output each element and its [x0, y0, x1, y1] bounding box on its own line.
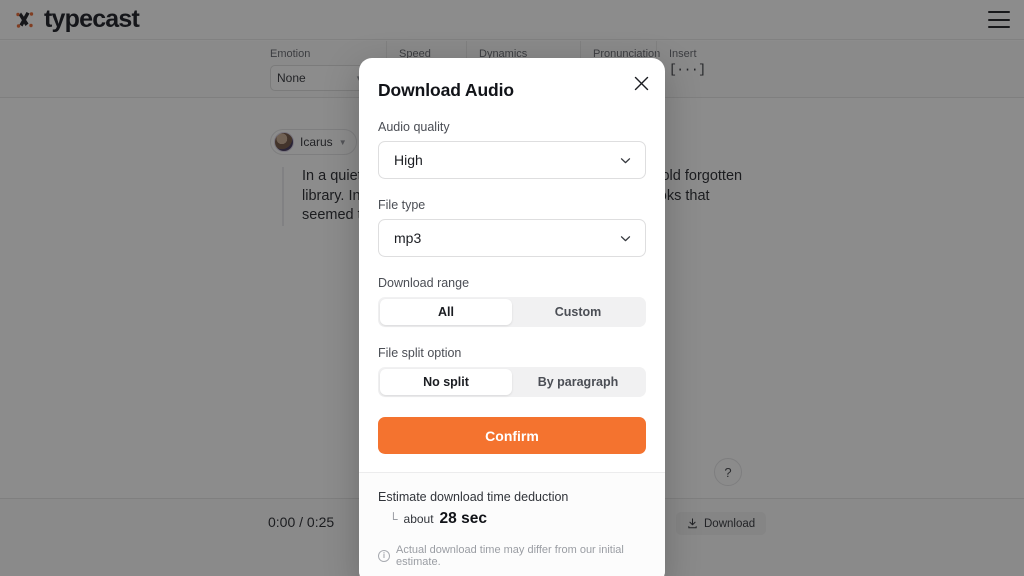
tree-corner-icon: └	[389, 512, 398, 526]
audio-quality-select[interactable]: High	[378, 141, 646, 179]
download-range-toggle: All Custom	[378, 297, 646, 327]
modal-footer: Estimate download time deduction └ about…	[359, 472, 665, 576]
info-icon: i	[378, 550, 390, 562]
modal-body: Download Audio Audio quality High File t…	[359, 58, 665, 472]
estimate-disclaimer-text: Actual download time may differ from our…	[396, 544, 624, 568]
confirm-button[interactable]: Confirm	[378, 417, 646, 454]
estimate-prefix: about	[403, 512, 434, 526]
estimate-disclaimer: i Actual download time may differ from o…	[378, 544, 646, 568]
download-audio-modal: Download Audio Audio quality High File t…	[359, 58, 665, 576]
estimate-row: └ about 28 sec	[389, 510, 646, 528]
download-range-option-custom[interactable]: Custom	[512, 299, 644, 325]
file-split-label: File split option	[378, 346, 462, 360]
file-type-select[interactable]: mp3	[378, 219, 646, 257]
chevron-down-icon	[619, 232, 632, 245]
download-range-label: Download range	[378, 276, 470, 290]
file-type-value: mp3	[394, 230, 422, 246]
file-split-option-no-split[interactable]: No split	[380, 369, 512, 395]
audio-quality-label: Audio quality	[378, 120, 450, 134]
chevron-down-icon	[619, 154, 632, 167]
app-root: typecast Emotion None ▼ Speed Dynamics	[0, 0, 1024, 576]
close-icon[interactable]	[630, 72, 652, 94]
download-range-option-all[interactable]: All	[380, 299, 512, 325]
file-split-toggle: No split By paragraph	[378, 367, 646, 397]
audio-quality-value: High	[394, 152, 423, 168]
file-split-option-by-paragraph[interactable]: By paragraph	[512, 369, 644, 395]
modal-title: Download Audio	[378, 80, 514, 100]
file-type-label: File type	[378, 198, 426, 212]
estimate-title: Estimate download time deduction	[378, 490, 569, 504]
estimate-value: 28 sec	[439, 510, 487, 527]
